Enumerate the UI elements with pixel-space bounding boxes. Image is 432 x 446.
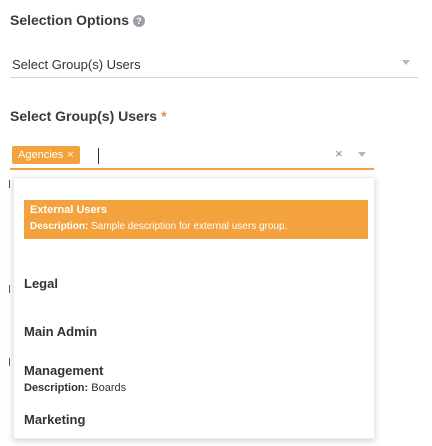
group-users-multiselect[interactable]: Agencies × × <box>10 142 374 170</box>
option-main-admin[interactable]: Main Admin <box>24 324 368 339</box>
selection-options-label: Selection Options? <box>10 12 146 28</box>
required-asterisk: * <box>161 108 167 124</box>
selection-options-select[interactable]: Select Group(s) Users <box>10 48 418 78</box>
option-marketing[interactable]: Marketing <box>24 412 368 427</box>
background-fragment <box>9 358 10 366</box>
option-title: Marketing <box>24 412 86 427</box>
background-fragment <box>9 180 10 188</box>
group-options-dropdown: External Users Description: Sample descr… <box>13 177 375 439</box>
chip-remove-icon[interactable]: × <box>67 149 73 161</box>
selection-options-value: Select Group(s) Users <box>12 57 141 72</box>
group-users-label: Select Group(s) Users * <box>10 108 167 124</box>
option-title: External Users <box>30 204 108 216</box>
selected-chip-agencies: Agencies × <box>12 146 80 164</box>
option-title: Management <box>24 363 104 378</box>
option-external-users[interactable]: External Users Description: Sample descr… <box>24 200 368 239</box>
background-fragment <box>9 285 10 293</box>
option-management[interactable]: Management Description: Boards <box>24 363 368 395</box>
form-root: Selection Options? Select Group(s) Users… <box>0 0 432 446</box>
option-title: Main Admin <box>24 324 98 339</box>
chevron-down-icon[interactable] <box>358 152 366 157</box>
option-legal[interactable]: Legal <box>24 276 368 291</box>
chevron-down-icon[interactable] <box>402 60 410 65</box>
option-description: Description: Boards <box>24 382 127 394</box>
text-cursor <box>98 148 99 164</box>
chip-label: Agencies <box>18 149 64 161</box>
question-circle-icon[interactable]: ? <box>133 15 146 27</box>
option-title: Legal <box>24 276 58 291</box>
option-description: Description: Sample description for exte… <box>30 221 288 232</box>
clear-icon[interactable]: × <box>335 146 343 161</box>
